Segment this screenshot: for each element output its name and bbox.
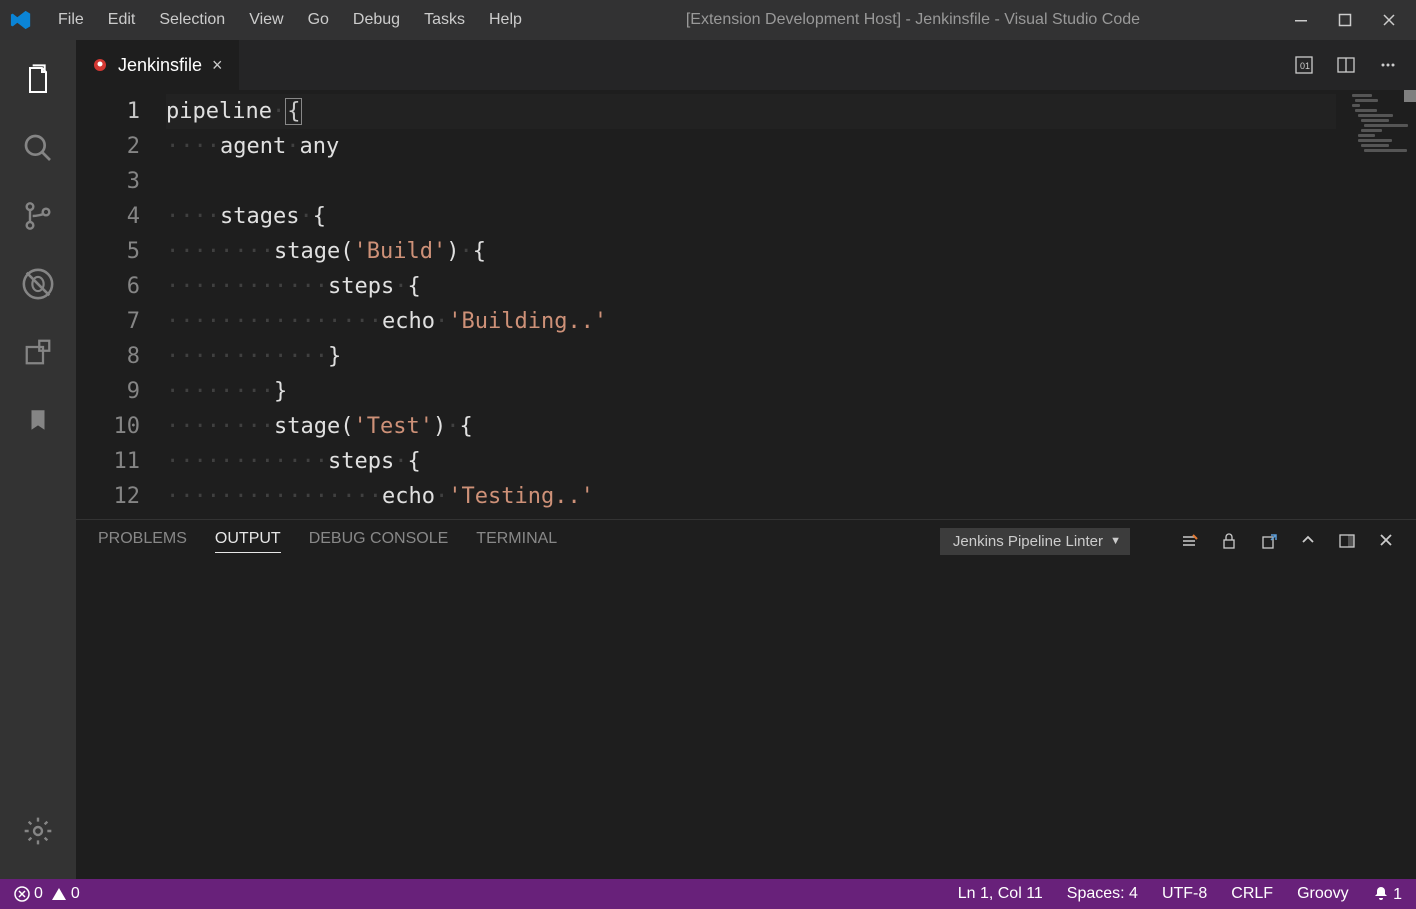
window-controls [1294, 13, 1406, 27]
split-editor-icon[interactable] [1336, 55, 1356, 75]
menu-debug[interactable]: Debug [343, 7, 410, 33]
panel-actions [1180, 532, 1394, 550]
code-area[interactable]: pipeline·{····agent·any····stages·{·····… [166, 90, 1336, 519]
debug-icon[interactable] [18, 264, 58, 304]
panel-tab-problems[interactable]: PROBLEMS [98, 530, 187, 552]
search-icon[interactable] [18, 128, 58, 168]
extensions-icon[interactable] [18, 332, 58, 372]
editor-actions: 01 [1294, 40, 1416, 90]
errors-count: 0 [34, 885, 43, 903]
minimize-button[interactable] [1294, 13, 1308, 27]
menu-view[interactable]: View [239, 7, 293, 33]
menu-go[interactable]: Go [298, 7, 339, 33]
scrollbar-thumb[interactable] [1404, 90, 1416, 102]
window-title: [Extension Development Host] - Jenkinsfi… [532, 11, 1294, 29]
activity-bar [0, 40, 76, 879]
panel-tab-debug-console[interactable]: DEBUG CONSOLE [309, 530, 449, 552]
panel-tab-output[interactable]: OUTPUT [215, 530, 281, 553]
open-changes-icon[interactable]: 01 [1294, 55, 1314, 75]
close-button[interactable] [1382, 13, 1396, 27]
status-bar: 0 0 Ln 1, Col 11 Spaces: 4 UTF-8 CRLF Gr… [0, 879, 1416, 909]
more-actions-icon[interactable] [1378, 55, 1398, 75]
menu-help[interactable]: Help [479, 7, 532, 33]
warnings-count: 0 [71, 885, 80, 903]
title-bar: File Edit Selection View Go Debug Tasks … [0, 0, 1416, 40]
menu-edit[interactable]: Edit [98, 7, 146, 33]
panel-collapse-icon[interactable] [1300, 532, 1316, 550]
editor-content[interactable]: 123456789101112 pipeline·{····agent·any·… [76, 90, 1416, 519]
editor-tabs: Jenkinsfile × 01 [76, 40, 1416, 90]
clear-output-icon[interactable] [1180, 532, 1198, 550]
bookmark-icon[interactable] [18, 400, 58, 440]
panel-tab-terminal[interactable]: TERMINAL [476, 530, 557, 552]
notifications-count: 1 [1393, 886, 1402, 903]
open-file-icon[interactable] [1260, 532, 1278, 550]
source-control-icon[interactable] [18, 196, 58, 236]
output-channel-dropdown[interactable]: Jenkins Pipeline Linter [940, 528, 1130, 555]
minimap[interactable] [1336, 90, 1416, 519]
menu-tasks[interactable]: Tasks [414, 7, 475, 33]
menu-file[interactable]: File [48, 7, 94, 33]
jenkins-file-icon [92, 57, 108, 73]
menu-selection[interactable]: Selection [149, 7, 235, 33]
status-eol[interactable]: CRLF [1231, 885, 1273, 903]
tab-close-icon[interactable]: × [212, 55, 223, 76]
status-encoding[interactable]: UTF-8 [1162, 885, 1207, 903]
status-language[interactable]: Groovy [1297, 885, 1349, 903]
output-body[interactable] [76, 562, 1416, 879]
line-gutter: 123456789101112 [76, 90, 166, 519]
bottom-panel: PROBLEMS OUTPUT DEBUG CONSOLE TERMINAL J… [76, 519, 1416, 879]
tab-jenkinsfile[interactable]: Jenkinsfile × [76, 40, 240, 90]
status-indent[interactable]: Spaces: 4 [1067, 885, 1138, 903]
tab-label: Jenkinsfile [118, 55, 202, 76]
menu-bar: File Edit Selection View Go Debug Tasks … [48, 7, 532, 33]
main-area: Jenkinsfile × 01 123456789101112 pipelin… [0, 40, 1416, 879]
status-warnings[interactable]: 0 [51, 885, 80, 903]
lock-scroll-icon[interactable] [1220, 532, 1238, 550]
panel-close-icon[interactable] [1378, 532, 1394, 550]
svg-text:01: 01 [1300, 61, 1310, 71]
status-notifications[interactable]: 1 [1373, 885, 1402, 904]
editor-zone: Jenkinsfile × 01 123456789101112 pipelin… [76, 40, 1416, 879]
status-line-col[interactable]: Ln 1, Col 11 [958, 885, 1043, 903]
settings-gear-icon[interactable] [18, 811, 58, 851]
vscode-logo-icon [10, 8, 34, 32]
explorer-icon[interactable] [18, 60, 58, 100]
status-errors[interactable]: 0 [14, 885, 43, 903]
panel-tabs: PROBLEMS OUTPUT DEBUG CONSOLE TERMINAL J… [76, 520, 1416, 562]
maximize-button[interactable] [1338, 13, 1352, 27]
panel-maximize-icon[interactable] [1338, 532, 1356, 550]
